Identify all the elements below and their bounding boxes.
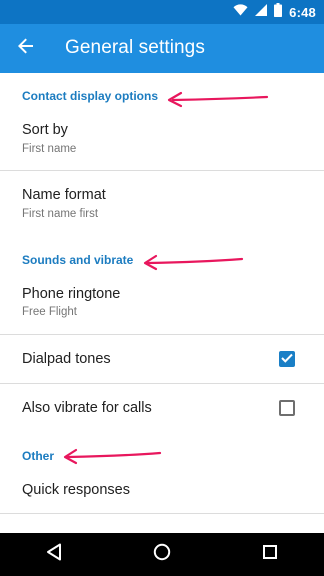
recents-square-icon bbox=[262, 544, 278, 565]
annotation-arrow bbox=[167, 91, 269, 108]
setting-title: Phone ringtone bbox=[22, 286, 121, 302]
nav-recents-button[interactable] bbox=[246, 533, 294, 576]
setting-sort-by[interactable]: Sort by First name bbox=[0, 109, 324, 170]
arrow-back-icon bbox=[18, 38, 34, 59]
setting-name-format[interactable]: Name format First name first bbox=[0, 171, 324, 237]
setting-title: Name format bbox=[22, 187, 106, 203]
divider bbox=[0, 513, 324, 514]
setting-vibrate-for-calls[interactable]: Also vibrate for calls bbox=[0, 384, 324, 432]
status-icons: 6:48 bbox=[233, 0, 316, 24]
setting-title: Sort by bbox=[22, 122, 68, 138]
wifi-icon bbox=[233, 3, 248, 21]
nav-home-button[interactable] bbox=[138, 533, 186, 576]
dialpad-tones-checkbox[interactable] bbox=[279, 351, 295, 367]
signal-icon bbox=[255, 3, 268, 21]
battery-icon bbox=[274, 2, 283, 22]
setting-title: Also vibrate for calls bbox=[22, 400, 152, 416]
vibrate-calls-checkbox[interactable] bbox=[279, 400, 295, 416]
status-time: 6:48 bbox=[289, 4, 316, 20]
setting-title: Dialpad tones bbox=[22, 351, 111, 367]
section-header-contact-display: Contact display options bbox=[22, 89, 159, 103]
home-circle-icon bbox=[153, 543, 171, 566]
page-title: General settings bbox=[65, 37, 205, 58]
back-triangle-icon bbox=[46, 543, 62, 566]
check-icon bbox=[281, 350, 293, 368]
annotation-arrow bbox=[143, 254, 244, 271]
setting-value: Free Flight bbox=[22, 306, 77, 318]
setting-quick-responses[interactable]: Quick responses bbox=[0, 469, 324, 513]
setting-phone-ringtone[interactable]: Phone ringtone Free Flight bbox=[0, 273, 324, 333]
section-header-sounds: Sounds and vibrate bbox=[22, 253, 134, 267]
setting-value: First name bbox=[22, 143, 77, 155]
setting-title: Quick responses bbox=[22, 482, 130, 498]
status-bar: 6:48 bbox=[0, 0, 324, 24]
annotation-arrow bbox=[63, 448, 162, 465]
app-bar: General settings bbox=[0, 24, 324, 73]
nav-back-button[interactable] bbox=[30, 533, 78, 576]
back-button[interactable] bbox=[10, 32, 42, 64]
navigation-bar bbox=[0, 533, 324, 576]
settings-list: Contact display options Sort by First na… bbox=[0, 73, 324, 533]
section-header-other: Other bbox=[22, 449, 55, 463]
setting-value: First name first bbox=[22, 208, 99, 220]
setting-dialpad-tones[interactable]: Dialpad tones bbox=[0, 335, 324, 383]
